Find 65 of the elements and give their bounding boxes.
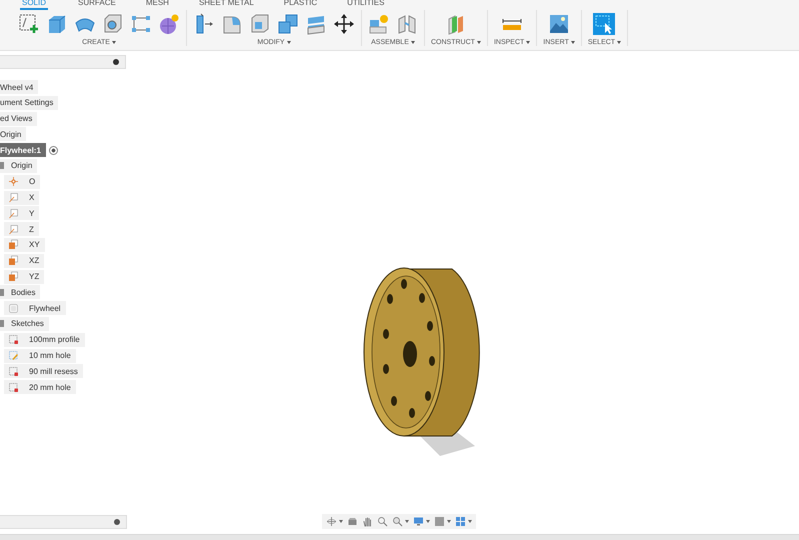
tree-item[interactable]: 20 mm hole: [4, 380, 76, 394]
pan-hand-icon[interactable]: [362, 516, 373, 527]
tree-item[interactable]: 10 mm hole: [4, 348, 76, 363]
tree-item[interactable]: Flywheel:1: [0, 143, 46, 158]
caret-icon[interactable]: [426, 520, 430, 523]
tree-item[interactable]: YZ: [4, 270, 44, 284]
move-arrows-icon[interactable]: [333, 12, 355, 34]
caret-icon: [410, 41, 415, 44]
origin-point-icon[interactable]: [8, 176, 19, 188]
sketch-pencil-icon[interactable]: [8, 350, 19, 362]
activate-radio-icon[interactable]: [48, 146, 58, 155]
zoom-icon[interactable]: [392, 516, 403, 527]
expand-icon[interactable]: [114, 519, 120, 525]
plane-icon[interactable]: [8, 239, 19, 250]
shaded-square-icon[interactable]: [434, 516, 445, 527]
monitor-icon[interactable]: [413, 516, 424, 527]
plane-icon[interactable]: [8, 255, 19, 266]
orbit-icon[interactable]: [326, 516, 337, 527]
folder-icon[interactable]: [0, 288, 4, 296]
sketch-plus-icon[interactable]: [18, 12, 40, 34]
tree-item[interactable]: ed Views: [0, 112, 38, 126]
grid-icon[interactable]: [455, 516, 466, 527]
box-icon[interactable]: [46, 12, 68, 34]
tree-item[interactable]: Bodies: [0, 285, 40, 300]
tree-item[interactable]: 100mm profile: [4, 332, 85, 347]
folder-icon[interactable]: [0, 320, 4, 328]
caret-icon: [476, 41, 481, 44]
shell-cube-icon[interactable]: [249, 12, 271, 34]
combine-cubes-icon[interactable]: [277, 12, 299, 34]
plane-icon[interactable]: [8, 271, 19, 282]
tree-item[interactable]: Z: [4, 222, 39, 236]
zoom-window-icon[interactable]: [377, 516, 388, 527]
caret-icon[interactable]: [468, 520, 472, 523]
caret-icon: [526, 41, 530, 44]
axis-icon[interactable]: [8, 192, 19, 204]
sketch-icon[interactable]: [8, 382, 19, 393]
axis-icon[interactable]: [8, 208, 19, 219]
caret-icon: [617, 41, 622, 44]
sketch-icon[interactable]: [8, 334, 19, 346]
hole-cube-icon[interactable]: [102, 12, 124, 34]
tree-item[interactable]: ument Settings: [0, 96, 58, 110]
tree-item[interactable]: XZ: [4, 254, 44, 268]
select-cursor-icon[interactable]: [593, 12, 616, 34]
caret-icon[interactable]: [447, 520, 451, 523]
tree-item[interactable]: 90 mill resess: [4, 364, 83, 378]
caret-icon[interactable]: [339, 520, 343, 523]
image-icon[interactable]: [548, 12, 570, 34]
caret-icon: [570, 41, 575, 44]
collapse-icon[interactable]: [113, 59, 119, 65]
tree-item[interactable]: O: [4, 174, 40, 189]
tree-item[interactable]: X: [4, 190, 40, 205]
tree-item[interactable]: Flywheel: [4, 301, 66, 316]
folder-icon[interactable]: [0, 162, 4, 170]
caret-icon: [286, 41, 291, 44]
tree-item[interactable]: Origin: [0, 158, 38, 173]
joint-icon[interactable]: [396, 12, 418, 34]
caret-icon: [112, 41, 116, 44]
axis-icon[interactable]: [8, 224, 19, 235]
tree-item[interactable]: Wheel v4: [0, 80, 38, 94]
tree-item[interactable]: Y: [4, 206, 40, 220]
sketch-icon[interactable]: [8, 366, 19, 377]
tree-item[interactable]: Sketches: [0, 316, 49, 331]
caret-icon[interactable]: [405, 520, 409, 523]
tree-item[interactable]: XY: [4, 238, 45, 252]
tree-item[interactable]: Origin: [0, 127, 26, 142]
